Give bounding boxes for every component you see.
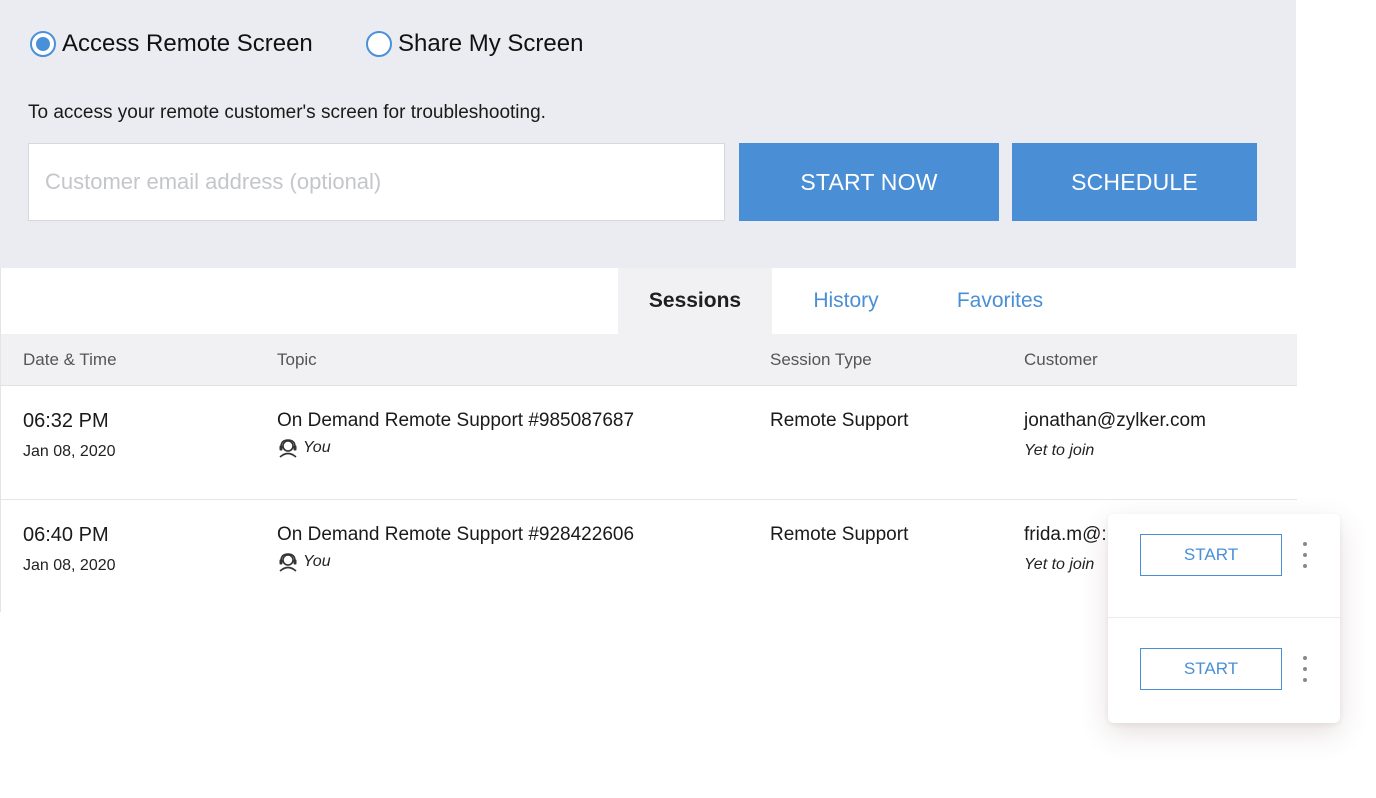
schedule-button[interactable]: SCHEDULE [1012, 143, 1257, 221]
user-headset-icon [279, 439, 297, 458]
radio-label-access-remote-screen: Access Remote Screen [62, 30, 313, 57]
table-row[interactable]: 06:40 PM Jan 08, 2020 On Demand Remote S… [1, 500, 1297, 614]
customer-cell: frida.m@: Yet to join [1024, 524, 1107, 574]
session-type-cell: Remote Support [770, 524, 909, 545]
session-topic: On Demand Remote Support #985087687 [277, 410, 635, 431]
radio-share-my-screen[interactable]: Share My Screen [366, 28, 583, 60]
date-time-cell: 06:32 PM Jan 08, 2020 [23, 410, 116, 461]
customer-cell: jonathan@zylker.com Yet to join [1024, 410, 1206, 460]
host-name: You [303, 439, 331, 456]
session-host: You [277, 438, 634, 458]
session-date: Jan 08, 2020 [23, 443, 116, 460]
topic-cell: On Demand Remote Support #985087687 You [277, 410, 634, 458]
radio-access-remote-screen[interactable]: Access Remote Screen [30, 28, 313, 60]
mode-description: To access your remote customer's screen … [28, 102, 546, 123]
customer-email: frida.m@: [1024, 524, 1107, 545]
column-header-customer: Customer [1024, 350, 1098, 369]
customer-status: Yet to join [1024, 442, 1095, 459]
table-row[interactable]: 06:32 PM Jan 08, 2020 On Demand Remote S… [1, 386, 1297, 500]
host-name: You [303, 553, 331, 570]
radio-unselected-icon[interactable] [366, 31, 392, 57]
customer-email-input[interactable] [28, 143, 725, 221]
start-session-button[interactable]: START [1140, 534, 1282, 576]
kebab-menu-icon[interactable] [1298, 656, 1312, 682]
topic-cell: On Demand Remote Support #928422606 You [277, 524, 634, 572]
session-host: You [277, 552, 634, 572]
column-header-date-time: Date & Time [23, 350, 117, 369]
session-tabs: Sessions History Favorites [1, 268, 1297, 334]
start-session-button[interactable]: START [1140, 648, 1282, 690]
session-action-row: START [1108, 618, 1340, 722]
date-time-cell: 06:40 PM Jan 08, 2020 [23, 524, 116, 575]
customer-status: Yet to join [1024, 556, 1095, 573]
table-header: Date & Time Topic Session Type Customer [1, 334, 1297, 386]
session-date: Jan 08, 2020 [23, 557, 116, 574]
session-topic: On Demand Remote Support #928422606 [277, 524, 635, 545]
session-time: 06:32 PM [23, 410, 109, 432]
session-type-cell: Remote Support [770, 410, 909, 431]
user-headset-icon [279, 553, 297, 572]
session-actions-card: START START [1108, 514, 1340, 723]
tab-history[interactable]: History [772, 268, 920, 334]
radio-selected-icon[interactable] [30, 31, 56, 57]
column-header-session-type: Session Type [770, 350, 872, 369]
session-action-row: START [1108, 514, 1340, 618]
radio-label-share-my-screen: Share My Screen [398, 30, 584, 57]
tab-favorites[interactable]: Favorites [920, 268, 1080, 334]
session-launcher-panel: Access Remote Screen Share My Screen To … [0, 0, 1296, 268]
start-now-button[interactable]: START NOW [739, 143, 999, 221]
tab-sessions[interactable]: Sessions [618, 268, 772, 334]
sessions-panel: Sessions History Favorites Date & Time T… [0, 268, 1297, 614]
session-time: 06:40 PM [23, 524, 109, 546]
customer-email: jonathan@zylker.com [1024, 410, 1206, 431]
kebab-menu-icon[interactable] [1298, 542, 1312, 568]
column-header-topic: Topic [277, 350, 317, 369]
